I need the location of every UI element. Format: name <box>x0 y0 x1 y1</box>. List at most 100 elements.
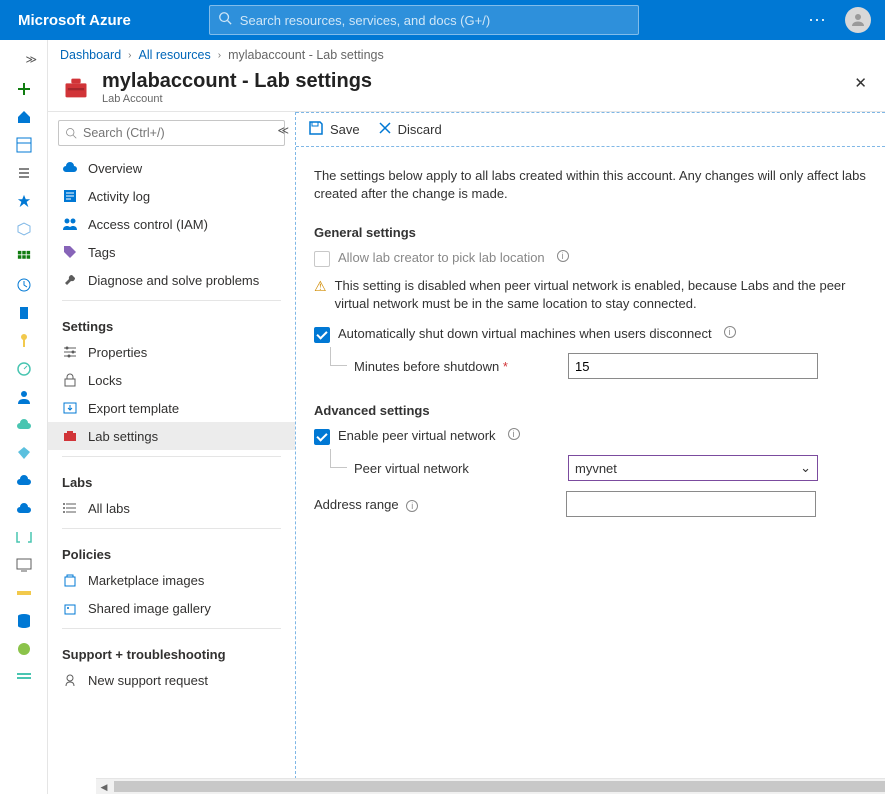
export-icon <box>62 400 78 416</box>
rail-list-icon[interactable] <box>15 164 33 182</box>
minutes-label: Minutes before shutdown * <box>354 359 554 374</box>
menu-properties[interactable]: Properties <box>48 338 295 366</box>
allow-location-label: Allow lab creator to pick lab location <box>338 250 545 265</box>
minutes-input[interactable] <box>568 353 818 379</box>
rail-grid-icon[interactable] <box>15 248 33 266</box>
menu-all-labs[interactable]: All labs <box>48 494 295 522</box>
scroll-left-icon[interactable]: ◀ <box>96 779 112 795</box>
rail-gauge-icon[interactable] <box>15 360 33 378</box>
menu-tags[interactable]: Tags <box>48 238 295 266</box>
menu-activity-log[interactable]: Activity log <box>48 182 295 210</box>
rail-cloud1-icon[interactable] <box>15 416 33 434</box>
avatar[interactable] <box>845 7 871 33</box>
wrench-icon <box>62 272 78 288</box>
more-icon[interactable]: ⋯ <box>808 10 827 31</box>
rail-cloud3-icon[interactable] <box>15 500 33 518</box>
menu-export[interactable]: Export template <box>48 394 295 422</box>
address-range-input[interactable] <box>566 491 816 517</box>
lock-icon <box>62 372 78 388</box>
tag-icon <box>62 244 78 260</box>
bag-icon <box>62 572 78 588</box>
collapse-menu-icon[interactable]: ≪ <box>277 124 289 137</box>
info-icon[interactable]: i <box>724 326 736 338</box>
page-title: mylabaccount - Lab settings <box>102 70 372 93</box>
rail-dashboard-icon[interactable] <box>15 136 33 154</box>
breadcrumb-allresources[interactable]: All resources <box>139 48 211 62</box>
rail-add-icon[interactable] <box>15 80 33 98</box>
sliders-icon <box>62 344 78 360</box>
log-icon <box>62 188 78 204</box>
warning-text: This setting is disabled when peer virtu… <box>335 277 867 312</box>
allow-location-checkbox <box>314 251 330 267</box>
rail-monitor-icon[interactable] <box>15 556 33 574</box>
menu-marketplace[interactable]: Marketplace images <box>48 566 295 594</box>
rail-cloud2-icon[interactable] <box>15 472 33 490</box>
info-icon[interactable]: i <box>557 250 569 262</box>
expand-rail-icon[interactable]: ≫ <box>0 48 47 70</box>
address-range-label: Address range i <box>314 497 552 512</box>
rail-box-icon[interactable] <box>15 220 33 238</box>
discard-button[interactable]: Discard <box>378 121 442 138</box>
section-support: Support + troubleshooting <box>48 635 295 666</box>
search-icon <box>218 11 232 30</box>
cloud-icon <box>62 160 78 176</box>
menu-overview[interactable]: Overview <box>48 154 295 182</box>
toolbox-icon <box>62 428 78 444</box>
advanced-settings-heading: Advanced settings <box>314 403 867 418</box>
rail-db-icon[interactable] <box>15 612 33 630</box>
brand: Microsoft Azure <box>0 12 149 29</box>
menu-iam[interactable]: Access control (IAM) <box>48 210 295 238</box>
enable-peer-checkbox[interactable] <box>314 429 330 445</box>
rail-lines-icon[interactable] <box>15 668 33 686</box>
general-settings-heading: General settings <box>314 225 867 240</box>
people-icon <box>62 216 78 232</box>
lab-account-icon <box>62 74 90 102</box>
rail-star-icon[interactable] <box>15 192 33 210</box>
resource-search[interactable] <box>58 120 285 146</box>
close-icon[interactable]: ✕ <box>850 70 871 96</box>
menu-shared-gallery[interactable]: Shared image gallery <box>48 594 295 622</box>
menu-locks[interactable]: Locks <box>48 366 295 394</box>
breadcrumb-dashboard[interactable]: Dashboard <box>60 48 121 62</box>
menu-diagnose[interactable]: Diagnose and solve problems <box>48 266 295 294</box>
gallery-icon <box>62 600 78 616</box>
peer-vnet-select[interactable]: myvnet ⌄ <box>568 455 818 481</box>
form-description: The settings below apply to all labs cre… <box>314 167 867 203</box>
support-icon <box>62 672 78 688</box>
rail-circle-icon[interactable] <box>15 640 33 658</box>
save-button[interactable]: Save <box>308 120 360 139</box>
rail-key-icon[interactable] <box>15 332 33 350</box>
menu-new-support[interactable]: New support request <box>48 666 295 694</box>
rail-gem-icon[interactable] <box>15 444 33 462</box>
rail-bar-icon[interactable] <box>15 584 33 602</box>
breadcrumb-current: mylabaccount - Lab settings <box>228 48 384 62</box>
rail-home-icon[interactable] <box>15 108 33 126</box>
menu-lab-settings[interactable]: Lab settings <box>48 422 295 450</box>
section-policies: Policies <box>48 535 295 566</box>
rail-service-icon[interactable] <box>15 304 33 322</box>
peer-vnet-label: Peer virtual network <box>354 461 554 476</box>
global-search[interactable] <box>209 5 639 35</box>
auto-shutdown-checkbox[interactable] <box>314 327 330 343</box>
save-icon <box>308 120 324 139</box>
rail-user-icon[interactable] <box>15 388 33 406</box>
auto-shutdown-label: Automatically shut down virtual machines… <box>338 326 712 341</box>
horizontal-scrollbar[interactable]: ◀ <box>96 778 885 794</box>
section-settings: Settings <box>48 307 295 338</box>
resource-search-input[interactable] <box>83 126 278 140</box>
page-subtitle: Lab Account <box>102 93 372 105</box>
resource-menu: ≪ Overview Activity log Access control (… <box>48 112 296 794</box>
discard-icon <box>378 121 392 138</box>
rail-clock-icon[interactable] <box>15 276 33 294</box>
breadcrumb: Dashboard › All resources › mylabaccount… <box>48 40 885 70</box>
info-icon[interactable]: i <box>508 428 520 440</box>
section-labs: Labs <box>48 463 295 494</box>
global-search-input[interactable] <box>240 13 630 28</box>
warning-icon: ⚠ <box>314 277 327 312</box>
list-icon <box>62 500 78 516</box>
scrollbar-thumb[interactable] <box>114 781 885 792</box>
enable-peer-label: Enable peer virtual network <box>338 428 496 443</box>
info-icon[interactable]: i <box>406 500 418 512</box>
rail-bracket-icon[interactable] <box>15 528 33 546</box>
left-rail: ≫ <box>0 40 48 794</box>
